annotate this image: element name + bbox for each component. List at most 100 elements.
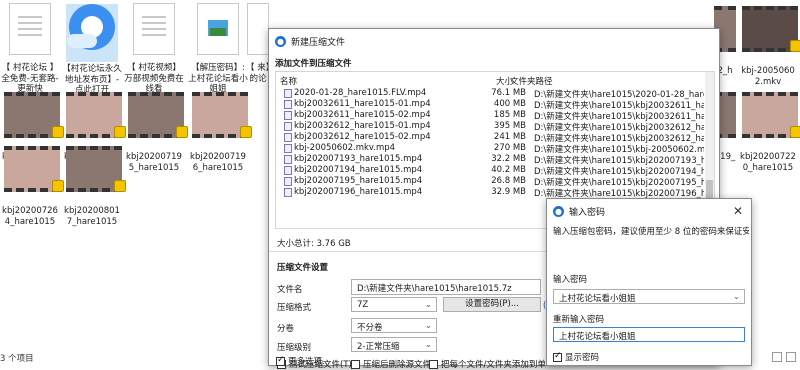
password-label: 输入密码	[553, 275, 588, 285]
app-logo-icon: ●	[275, 35, 286, 47]
app-logo-icon: ●	[553, 205, 564, 217]
file-size: 395 MB	[493, 121, 526, 131]
player-badge-icon	[790, 40, 800, 52]
file-name: kbj202007195_hare1015	[126, 152, 182, 173]
file-name: kbj20032611_hare1015-02.mp4	[294, 110, 431, 120]
video-file-icon	[284, 100, 292, 109]
file-name: kbj202007196_hare1015	[190, 152, 246, 173]
document-icon	[9, 3, 51, 55]
player-badge-icon	[176, 126, 188, 138]
separate-archive-checkbox[interactable]: 把每个文件/文件夹添加到单独的压	[429, 358, 545, 370]
reenter-password-input[interactable]: 上村花论坛看小姐姐	[553, 327, 745, 342]
checkbox-checked-icon	[276, 355, 285, 366]
video-file-icon	[284, 111, 292, 120]
file-name: 【 来】的论	[246, 63, 270, 84]
browser-app-icon	[67, 4, 115, 50]
checkbox-checked-icon	[553, 351, 562, 362]
dialog-title: 输入密码	[569, 207, 606, 218]
chevron-down-icon: ⌄	[424, 340, 432, 350]
status-bar-text: 3 个项目	[0, 354, 34, 364]
tiles-view-icon[interactable]	[786, 352, 796, 362]
filename-input[interactable]: D:\新建文件夹\hare1015\hare1015.7z	[351, 279, 541, 295]
document-icon	[247, 3, 269, 55]
file-name: kbj202007193_hare1015.mp4	[294, 154, 423, 164]
image-file-icon	[197, 3, 239, 55]
file-name: kbj20032611_hare1015-01.mp4	[294, 99, 431, 109]
video-thumbnail	[742, 6, 800, 52]
video-thumbnail	[4, 92, 64, 138]
reenter-password-label: 重新输入密码	[553, 315, 605, 325]
volume-select[interactable]: 不分卷 ⌄	[351, 318, 437, 333]
desktop-file[interactable]: 【 村花论坛 】全免费-无套路-更新快	[0, 0, 60, 95]
archive-titlebar: ● 新建压缩文件	[269, 29, 719, 53]
dialog-title: 新建压缩文件	[291, 37, 346, 48]
close-icon[interactable]: ✕	[733, 204, 743, 218]
desktop-file[interactable]: 【解压密码】: 上村花论坛看小姐姐	[188, 0, 248, 95]
level-select[interactable]: 2-正常压缩 ⌄	[351, 337, 437, 352]
desktop-file[interactable]: kbj202008017_hare1015	[62, 140, 126, 227]
desktop-file[interactable]: kbj-20050602.mkv	[738, 0, 800, 87]
column-header-path[interactable]: 文件夹路径	[510, 75, 553, 87]
desktop-file[interactable]: kbj202007196_hare1015	[188, 86, 252, 173]
desktop-file[interactable]: 【 村花视频】万部视频免费在线看	[124, 0, 184, 95]
video-file-icon	[284, 166, 292, 175]
details-view-icon[interactable]	[772, 352, 782, 362]
format-label: 压缩格式	[277, 303, 312, 313]
file-name: kbj-20050602.mkv	[741, 66, 795, 87]
file-name: kbj202007196_hare1015.mp4	[294, 187, 423, 197]
video-file-icon	[284, 155, 292, 164]
video-thumbnail	[4, 146, 64, 192]
file-size: 40.2 MB	[491, 165, 526, 175]
file-size: 185 MB	[493, 110, 526, 120]
checkbox-icon	[351, 360, 360, 369]
video-thumbnail	[128, 92, 188, 138]
desktop-file[interactable]: 【村花论坛永久地址发布页】-点此打开	[62, 0, 122, 96]
column-header-name[interactable]: 名称	[280, 75, 297, 87]
file-size: 400 MB	[493, 99, 526, 109]
file-size: 76.1 MB	[491, 88, 526, 98]
delete-source-checkbox[interactable]: 压缩后删除源文件	[351, 358, 431, 370]
file-size: 270 MB	[493, 143, 526, 153]
desktop-file[interactable]: kbj202007220_hare1015	[738, 86, 800, 173]
video-thumbnail	[66, 92, 126, 138]
password-hint: 输入压缩包密码，建议使用至少 8 位的密码来保证安全性。	[553, 227, 749, 237]
file-name: kbj202007194_hare1015.mp4	[294, 165, 423, 175]
file-name: kbj202008017_hare1015	[64, 206, 120, 227]
desktop-file[interactable]: 【 来】的论	[246, 0, 270, 84]
file-size: 32.9 MB	[491, 187, 526, 197]
video-file-icon	[284, 133, 292, 142]
section-heading: 压缩文件设置	[277, 263, 329, 273]
password-input[interactable]: 上村花论坛看小姐姐 ⌄	[553, 289, 745, 304]
chevron-down-icon: ⌄	[424, 321, 432, 331]
player-badge-icon	[240, 126, 252, 138]
more-options-checkbox[interactable]: 更多选项...	[276, 355, 330, 367]
file-size: 26.8 MB	[491, 176, 526, 186]
file-name: kbj202007264_hare1015	[2, 206, 58, 227]
file-size: 32.2 MB	[491, 154, 526, 164]
file-name: kbj202007220_hare1015	[740, 152, 796, 173]
player-badge-icon	[114, 180, 126, 192]
player-badge-icon	[790, 126, 800, 138]
video-thumbnail	[66, 146, 126, 192]
set-password-button[interactable]: 设置密码(P)...	[443, 297, 541, 312]
format-select[interactable]: 7Z ⌄	[351, 297, 437, 312]
video-thumbnail	[742, 92, 800, 138]
desktop-file[interactable]: kbj202007195_hare1015	[124, 86, 188, 173]
show-password-checkbox[interactable]: 显示密码	[553, 351, 599, 363]
file-name: 2020-01-28_hare1015.FLV.mp4	[294, 88, 427, 98]
video-file-icon	[284, 188, 292, 197]
checkbox-icon	[429, 360, 438, 369]
volume-label: 分卷	[277, 324, 295, 334]
level-label: 压缩级别	[277, 343, 312, 353]
chevron-down-icon: ⌄	[424, 300, 432, 310]
video-thumbnail	[192, 92, 252, 138]
video-file-icon	[284, 89, 292, 98]
video-file-icon	[284, 144, 292, 153]
file-name: kbj20032612_hare1015-02.mp4	[294, 132, 431, 142]
video-file-icon	[284, 177, 292, 186]
file-name: kbj202007195_hare1015.mp4	[294, 176, 423, 186]
chevron-down-icon: ⌄	[732, 292, 740, 302]
password-titlebar: ● 输入密码 ✕	[547, 199, 751, 223]
file-size: 241 MB	[493, 132, 526, 142]
desktop-file[interactable]: kbj202007264_hare1015	[0, 140, 64, 227]
